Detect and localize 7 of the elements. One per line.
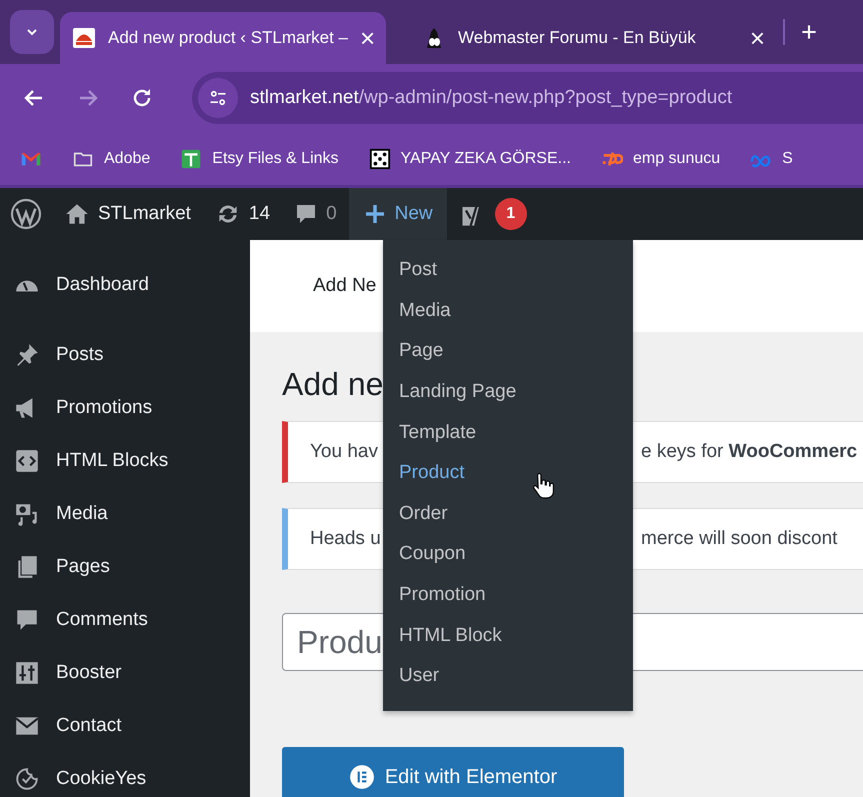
notice-text: e keys for WooCommerc	[641, 441, 858, 463]
notice-text: merce will soon discont	[641, 528, 838, 550]
page-title: Add ne	[282, 366, 384, 403]
notification-badge: 1	[494, 198, 527, 230]
url-text: stlmarket.net/wp-admin/post-new.php?post_type=product	[250, 87, 732, 109]
notice-text: You hav	[309, 441, 379, 463]
notice-text: Heads u	[309, 528, 382, 550]
